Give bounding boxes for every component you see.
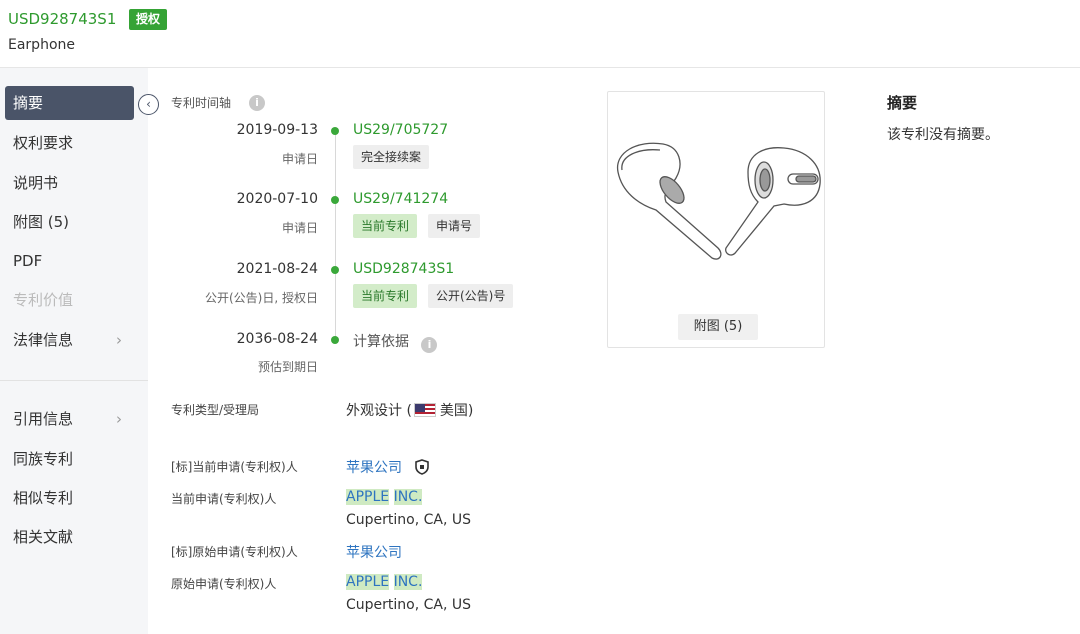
timeline-date: 2021-08-24 bbox=[236, 261, 318, 277]
sidebar-item-label: 摘要 bbox=[13, 94, 44, 112]
timeline-dot bbox=[331, 266, 339, 274]
tag-continuation: 完全接续案 bbox=[353, 145, 430, 169]
collapse-sidebar-button[interactable]: ‹ bbox=[138, 94, 159, 115]
current-applicant-name[interactable]: APPLE INC. bbox=[346, 489, 423, 505]
timeline-label: 预估到期日 bbox=[257, 360, 318, 374]
timeline-line bbox=[335, 130, 336, 342]
sidebar-item-label: 同族专利 bbox=[13, 450, 74, 468]
std-original-applicant-label: [标]原始申请(专利权)人 bbox=[171, 545, 298, 559]
tag-current-patent: 当前专利 bbox=[353, 284, 418, 308]
tag-publication-number: 公开(公告)号 bbox=[428, 284, 514, 308]
patent-office-text: 美国) bbox=[439, 403, 474, 419]
tag-current-patent: 当前专利 bbox=[353, 214, 418, 238]
timeline-date: 2036-08-24 bbox=[236, 331, 318, 347]
calculation-basis: 计算依据 i bbox=[353, 331, 438, 353]
timeline-dot bbox=[331, 196, 339, 204]
timeline-label: 申请日 bbox=[281, 221, 318, 235]
timeline-dot bbox=[331, 127, 339, 135]
timeline-title: 专利时间轴 i bbox=[171, 94, 265, 111]
timeline-number-link[interactable]: US29/741274 bbox=[353, 191, 448, 207]
std-original-applicant-value[interactable]: 苹果公司 bbox=[346, 542, 402, 562]
timeline-date: 2020-07-10 bbox=[236, 191, 318, 207]
us-flag-icon bbox=[413, 403, 436, 417]
info-icon[interactable]: i bbox=[421, 337, 438, 353]
sidebar-item-similar[interactable]: 相似专利 bbox=[5, 481, 134, 515]
timeline-dot bbox=[331, 336, 339, 344]
sidebar-item-claims[interactable]: 权利要求 bbox=[5, 126, 134, 160]
sidebar-item-description[interactable]: 说明书 bbox=[5, 166, 134, 200]
patent-type-text: 外观设计 ( bbox=[346, 403, 412, 419]
sidebar-item-label: 权利要求 bbox=[13, 134, 74, 152]
applicant-name-part: APPLE bbox=[346, 489, 390, 505]
sidebar-item-abstract[interactable]: 摘要 bbox=[5, 86, 134, 120]
sidebar-item-label: 说明书 bbox=[13, 174, 59, 192]
timeline-label: 公开(公告)日, 授权日 bbox=[205, 291, 318, 305]
patent-type-label: 专利类型/受理局 bbox=[171, 403, 260, 417]
timeline-number-link[interactable]: US29/705727 bbox=[353, 122, 448, 138]
sidebar-item-citations[interactable]: 引用信息 › bbox=[5, 402, 134, 436]
patent-number[interactable]: USD928743S1 bbox=[8, 10, 116, 28]
sidebar-item-related-docs[interactable]: 相关文献 bbox=[5, 520, 134, 554]
status-badge: 授权 bbox=[129, 9, 168, 30]
timeline-number-link[interactable]: USD928743S1 bbox=[353, 261, 454, 277]
figure-preview[interactable]: 附图 (5) bbox=[607, 91, 825, 348]
original-applicant-address: Cupertino, CA, US bbox=[346, 597, 472, 613]
abstract-title: 摘要 bbox=[887, 94, 918, 112]
timeline-title-text: 专利时间轴 bbox=[171, 96, 232, 110]
timeline-label: 申请日 bbox=[281, 152, 318, 166]
applicant-name-part: INC. bbox=[393, 574, 423, 590]
sidebar-item-label: 法律信息 bbox=[13, 331, 74, 349]
sidebar-item-label: 相似专利 bbox=[13, 489, 74, 507]
applicant-name-part: INC. bbox=[393, 489, 423, 505]
applicant-name-part: APPLE bbox=[346, 574, 390, 590]
sidebar-item-label: 引用信息 bbox=[13, 410, 74, 428]
sidebar-nav: 摘要 权利要求 说明书 附图 (5) PDF 专利价值 法律信息 › 引用信息 › … bbox=[0, 68, 148, 634]
original-applicant-label: 原始申请(专利权)人 bbox=[171, 577, 277, 591]
sidebar-item-label: 附图 (5) bbox=[13, 213, 70, 231]
original-applicant-name[interactable]: APPLE INC. bbox=[346, 574, 423, 590]
applicant-link[interactable]: 苹果公司 bbox=[346, 460, 402, 476]
sidebar-item-family[interactable]: 同族专利 bbox=[5, 442, 134, 476]
patent-type-value: 外观设计 ( 美国) bbox=[346, 400, 473, 420]
patent-title: Earphone bbox=[8, 37, 75, 53]
current-applicant-label: 当前申请(专利权)人 bbox=[171, 492, 277, 506]
chevron-right-icon: › bbox=[116, 410, 122, 428]
sidebar-item-label: 相关文献 bbox=[13, 528, 74, 546]
tag-application-number: 申请号 bbox=[428, 214, 481, 238]
patent-header: USD928743S1 授权 Earphone bbox=[0, 0, 1080, 68]
shield-icon[interactable] bbox=[414, 459, 430, 479]
earphone-drawing bbox=[617, 142, 821, 260]
sidebar-item-pdf[interactable]: PDF bbox=[5, 244, 134, 278]
abstract-text: 该专利没有摘要。 bbox=[887, 127, 999, 143]
sidebar-item-label: 专利价值 bbox=[13, 291, 74, 309]
sidebar-item-label: PDF bbox=[13, 252, 43, 270]
chevron-right-icon: › bbox=[116, 331, 122, 349]
timeline-date: 2019-09-13 bbox=[236, 122, 318, 138]
std-current-applicant-label: [标]当前申请(专利权)人 bbox=[171, 460, 298, 474]
current-applicant-address: Cupertino, CA, US bbox=[346, 512, 472, 528]
calculation-basis-text: 计算依据 bbox=[353, 334, 409, 350]
sidebar-item-figures[interactable]: 附图 (5) bbox=[5, 205, 134, 239]
info-icon[interactable]: i bbox=[249, 95, 265, 111]
sidebar-item-patent-value: 专利价值 bbox=[5, 283, 134, 317]
sidebar-item-legal-info[interactable]: 法律信息 › bbox=[5, 323, 134, 357]
figures-button[interactable]: 附图 (5) bbox=[678, 314, 758, 340]
sidebar-divider bbox=[0, 380, 148, 381]
std-current-applicant-value: 苹果公司 bbox=[346, 457, 430, 479]
